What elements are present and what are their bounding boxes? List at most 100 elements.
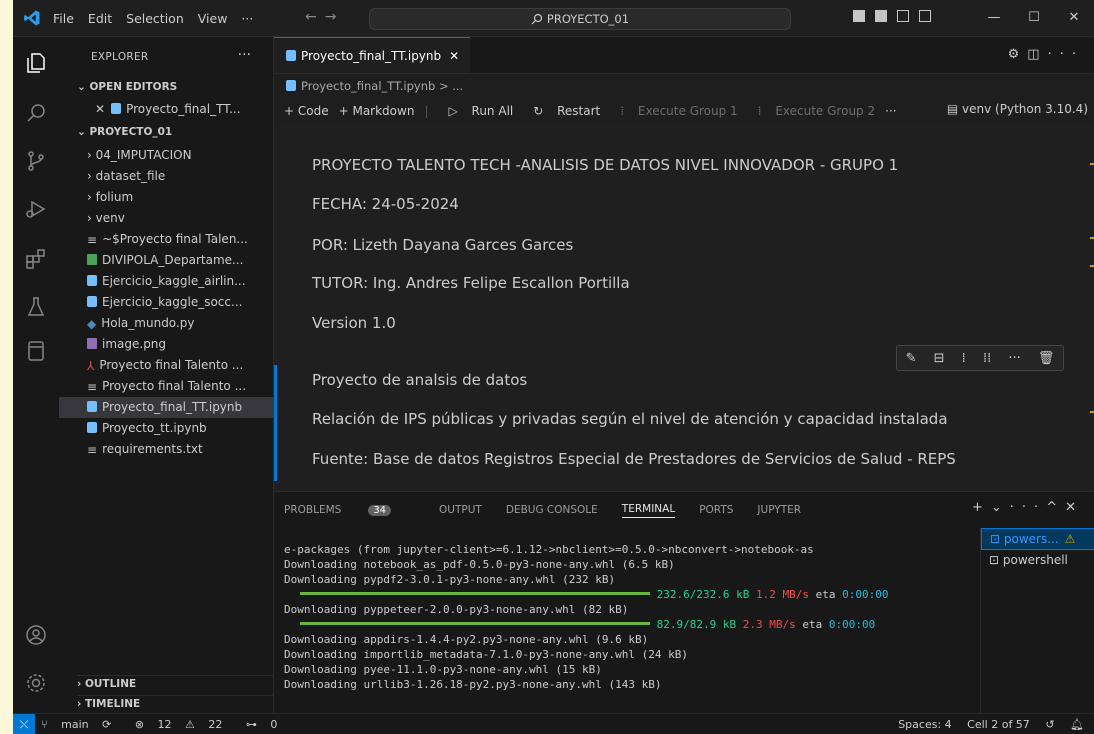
explorer-icon[interactable] xyxy=(24,51,48,75)
explorer-more-button[interactable]: ··· xyxy=(238,47,251,63)
markdown-line: Version 1.0 xyxy=(312,314,396,332)
text-file-icon: ≡ xyxy=(87,443,98,457)
problems-status[interactable]: ⊗ 12 ⚠ 22 xyxy=(135,718,233,731)
close-panel-icon[interactable]: ✕ xyxy=(1065,500,1084,515)
editor-actions: ⚙◫··· xyxy=(1008,47,1084,62)
split-cell-icon[interactable]: ⊟ xyxy=(934,351,945,366)
delete-cell-icon[interactable]: 🗑 xyxy=(1038,351,1055,366)
more-actions-icon[interactable]: ··· xyxy=(1048,47,1084,62)
ports-status[interactable]: ⊶ 0 xyxy=(246,718,288,731)
maximize-button[interactable]: ☐ xyxy=(1014,0,1054,36)
terminal-item-powershell-2[interactable]: ⊡ powershell xyxy=(981,550,1094,570)
add-markdown-cell-button[interactable]: + Markdown xyxy=(339,104,415,118)
tab-output[interactable]: OUTPUT xyxy=(439,504,482,516)
tab-terminal[interactable]: TERMINAL xyxy=(621,503,676,518)
menu-edit[interactable]: Edit xyxy=(88,11,112,26)
tree-item[interactable]: ◆ Hola_mundo.py xyxy=(59,313,301,334)
cell-more-icon[interactable]: ··· xyxy=(1008,351,1020,366)
edit-cell-icon[interactable]: ✎ xyxy=(906,351,917,366)
remote-indicator-icon[interactable]: ⤬ xyxy=(13,714,35,734)
tree-item[interactable]: › venv xyxy=(59,208,301,229)
run-all-button[interactable]: ▷ Run All xyxy=(438,104,513,118)
tree-item[interactable]: › folium xyxy=(59,187,301,208)
restart-button[interactable]: ↻ Restart xyxy=(523,104,600,118)
jupyter-icon[interactable] xyxy=(24,339,48,363)
close-button[interactable]: ✕ xyxy=(1054,0,1094,36)
source-control-icon[interactable] xyxy=(24,149,48,173)
execute-below-icon[interactable]: ⁞⁞ xyxy=(983,351,991,366)
close-tab-icon[interactable]: ✕ xyxy=(449,49,459,63)
tree-item[interactable]: Ejercicio_kaggle_airlin... xyxy=(59,271,301,292)
tree-item[interactable]: Ejercicio_kaggle_socc... xyxy=(59,292,301,313)
run-debug-icon[interactable] xyxy=(24,197,48,221)
terminal-item-powershell-1[interactable]: ⊡ powers... ⚠ xyxy=(981,528,1094,550)
active-cell-indicator xyxy=(274,365,277,481)
kernel-picker[interactable]: ▤ venv (Python 3.10.4) xyxy=(947,102,1088,116)
branch-icon: ⑂ xyxy=(41,718,52,731)
tab-debug-console[interactable]: DEBUG CONSOLE xyxy=(506,504,598,516)
minimize-button[interactable]: — xyxy=(974,0,1014,36)
breadcrumb[interactable]: Proyecto_final_TT.ipynb > ... xyxy=(274,74,463,98)
tree-item[interactable]: › dataset_file xyxy=(59,166,301,187)
extensions-icon[interactable] xyxy=(24,247,48,271)
jupyter-status-icon[interactable]: ↺ xyxy=(1045,718,1054,731)
execute-group-1-button[interactable]: ⁞ Execute Group 1 xyxy=(610,104,737,118)
vscode-logo-icon xyxy=(24,10,40,26)
settings-gear-icon[interactable]: ⚙ xyxy=(1008,47,1028,62)
tree-item[interactable]: DIVIPOLA_Departame... xyxy=(59,250,301,271)
tree-item[interactable]: ≡ Proyecto final Talento ... xyxy=(59,376,301,397)
accounts-icon[interactable] xyxy=(24,623,48,647)
customize-layout-icon[interactable] xyxy=(919,10,931,22)
terminal-output[interactable]: e-packages (from jupyter-client>=6.1.12-… xyxy=(284,542,974,692)
tree-item[interactable]: image.png xyxy=(59,334,301,355)
open-editors-header[interactable]: ⌄ OPEN EDITORS xyxy=(77,81,177,93)
execute-group-2-button[interactable]: ⁞ Execute Group 2 xyxy=(748,104,875,118)
tree-item[interactable]: › 04_IMPUTACION xyxy=(59,145,301,166)
tree-item[interactable]: ≡ requirements.txt xyxy=(59,439,301,460)
project-folder-header[interactable]: ⌄ PROYECTO_01 xyxy=(77,126,172,138)
cell-toolbar: ✎ ⊟ ⁞ ⁞⁞ ··· 🗑 xyxy=(896,345,1064,371)
tree-item[interactable]: Proyecto_tt.ipynb xyxy=(59,418,301,439)
open-editor-item[interactable]: ✕ Proyecto_final_TT... xyxy=(59,99,309,120)
menu-more[interactable]: ··· xyxy=(241,11,253,26)
spreadsheet-file-icon xyxy=(87,254,97,265)
tab-notebook[interactable]: Proyecto_final_TT.ipynb ✕ xyxy=(274,37,470,73)
forward-arrow-icon[interactable]: → xyxy=(325,9,345,25)
notifications-bell-icon[interactable]: 🔔︎ xyxy=(1070,718,1084,731)
back-arrow-icon[interactable]: ← xyxy=(305,9,325,25)
manage-gear-icon[interactable] xyxy=(24,671,48,695)
menu-view[interactable]: View xyxy=(198,11,228,26)
panel-more-icon[interactable]: ··· xyxy=(1010,500,1046,515)
indentation-status[interactable]: Spaces: 4 xyxy=(898,718,951,731)
tree-item[interactable]: ⅄ Proyecto final Talento ... xyxy=(59,355,301,376)
tree-item[interactable]: ≡ ~$Proyecto final Talen... xyxy=(59,229,301,250)
toggle-panel-icon[interactable] xyxy=(875,10,887,22)
toggle-sidebar-icon[interactable] xyxy=(853,10,865,22)
explorer-title: EXPLORER xyxy=(91,51,149,63)
search-icon[interactable] xyxy=(24,101,48,125)
cell-position-status[interactable]: Cell 2 of 57 xyxy=(967,718,1030,731)
maximize-panel-icon[interactable]: ^ xyxy=(1046,500,1065,515)
testing-icon[interactable] xyxy=(24,295,48,319)
outline-header[interactable]: › OUTLINE xyxy=(77,675,273,690)
timeline-header[interactable]: › TIMELINE xyxy=(77,695,273,710)
new-terminal-icon[interactable]: +⌄ xyxy=(972,500,1010,515)
execute-above-icon[interactable]: ⁞ xyxy=(962,351,966,366)
menu-selection[interactable]: Selection xyxy=(126,11,184,26)
editor-tab-bar: Proyecto_final_TT.ipynb ✕ ⚙◫··· xyxy=(274,37,1094,74)
tab-ports[interactable]: PORTS xyxy=(699,504,733,516)
add-code-cell-button[interactable]: + Code xyxy=(284,104,329,118)
tab-problems[interactable]: PROBLEMS 34 xyxy=(284,504,415,516)
close-editor-icon[interactable]: ✕ xyxy=(95,102,105,116)
tree-item-selected[interactable]: Proyecto_final_TT.ipynb xyxy=(59,397,301,418)
tab-jupyter[interactable]: JUPYTER xyxy=(757,504,801,516)
menu-file[interactable]: File xyxy=(53,11,74,26)
toolbar-more-button[interactable]: ··· xyxy=(885,104,896,118)
toggle-secondary-sidebar-icon[interactable] xyxy=(897,10,909,22)
branch-status[interactable]: ⑂ main ⟳ xyxy=(41,718,121,731)
command-center-search[interactable]: PROYECTO_01 xyxy=(369,8,791,30)
nav-arrows: ←→ xyxy=(305,9,344,25)
run-all-icon: ▷ xyxy=(448,104,462,118)
kernel-icon: ▤ xyxy=(946,102,963,116)
split-editor-icon[interactable]: ◫ xyxy=(1027,47,1047,62)
